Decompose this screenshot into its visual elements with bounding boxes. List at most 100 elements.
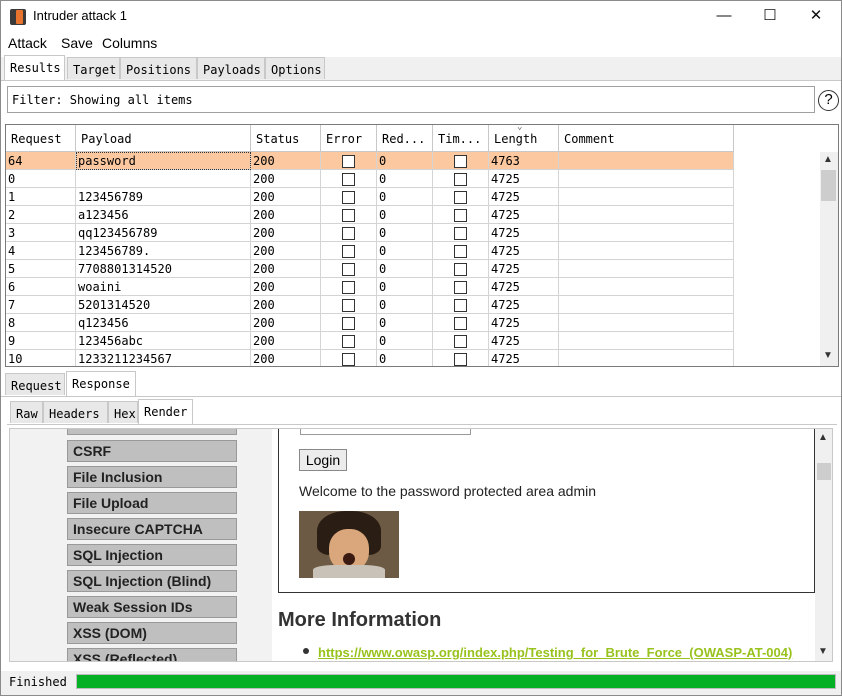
title-bar: Intruder attack 1 — ☐ ✕ [1,1,841,32]
cell-length: 4725 [489,188,559,206]
cell-redirects: 0 [377,170,433,188]
table-row[interactable]: 3 qq123456789 200 0 4725 [6,224,734,242]
cell-timeout [433,152,489,170]
render-scrollbar[interactable]: ▲ ▼ [815,429,832,661]
table-row[interactable]: 4 123456789. 200 0 4725 [6,242,734,260]
tab-raw[interactable]: Raw [10,401,43,423]
cell-redirects: 0 [377,206,433,224]
timeout-checkbox [454,191,467,204]
column-header-length[interactable]: ⌄ Length [489,125,559,152]
results-table: Request Payload Status Error Red... Tim.… [5,124,839,367]
column-header-comment[interactable]: Comment [559,125,734,152]
column-header-status[interactable]: Status [251,125,321,152]
menu-item-insecure-captcha[interactable]: Insecure CAPTCHA [67,518,237,540]
cell-payload: q123456 [76,314,251,332]
timeout-checkbox [454,155,467,168]
cell-comment [559,260,734,278]
owasp-link[interactable]: https://www.owasp.org/index.php/Testing_… [318,645,792,660]
tab-options[interactable]: Options [265,57,325,79]
cell-timeout [433,242,489,260]
cell-request: 2 [6,206,76,224]
render-scroll-thumb[interactable] [817,463,831,480]
table-scrollbar[interactable]: ▲ ▼ [820,152,838,366]
menu-columns[interactable]: Columns [102,35,157,51]
menu-attack[interactable]: Attack [8,35,47,51]
column-header-error[interactable]: Error [321,125,377,152]
cell-payload: a123456 [76,206,251,224]
maximize-button[interactable]: ☐ [747,1,793,32]
table-header: Request Payload Status Error Red... Tim.… [6,125,734,152]
view-tab-bar: Raw Headers Hex Render [7,399,837,425]
cell-comment [559,188,734,206]
cell-timeout [433,224,489,242]
cell-timeout [433,350,489,366]
column-header-timeout[interactable]: Tim... [433,125,489,152]
tab-results[interactable]: Results [4,55,65,80]
cell-status: 200 [251,242,321,260]
cell-error [321,296,377,314]
scroll-down-arrow-icon[interactable]: ▼ [818,646,828,657]
cell-redirects: 0 [377,224,433,242]
column-header-request[interactable]: Request [6,125,76,152]
menu-save[interactable]: Save [61,35,93,51]
table-row[interactable]: 5 7708801314520 200 0 4725 [6,260,734,278]
cell-request: 64 [6,152,76,170]
cell-error [321,242,377,260]
cell-request: 4 [6,242,76,260]
menu-item-partial[interactable] [67,429,237,435]
cell-status: 200 [251,188,321,206]
cell-payload: 5201314520 [76,296,251,314]
table-row[interactable]: 64 password 200 0 4763 [6,152,734,170]
scroll-down-arrow-icon[interactable]: ▼ [823,350,833,361]
tab-positions[interactable]: Positions [120,57,197,79]
cell-request: 6 [6,278,76,296]
table-row[interactable]: 9 123456abc 200 0 4725 [6,332,734,350]
table-row[interactable]: 8 q123456 200 0 4725 [6,314,734,332]
tab-hex[interactable]: Hex [108,401,138,423]
timeout-checkbox [454,317,467,330]
filter-bar[interactable]: Filter: Showing all items [7,86,815,113]
cell-length: 4725 [489,332,559,350]
bullet-icon [303,648,309,654]
timeout-checkbox [454,263,467,276]
menu-item-file-inclusion[interactable]: File Inclusion [67,466,237,488]
tab-headers[interactable]: Headers [43,401,108,423]
table-row[interactable]: 2 a123456 200 0 4725 [6,206,734,224]
table-row[interactable]: 7 5201314520 200 0 4725 [6,296,734,314]
minimize-button[interactable]: — [701,1,747,32]
login-button[interactable]: Login [299,449,347,471]
timeout-checkbox [454,335,467,348]
cell-timeout [433,314,489,332]
password-field[interactable] [300,429,471,435]
menu-item-csrf[interactable]: CSRF [67,440,237,462]
cell-status: 200 [251,332,321,350]
table-scroll-thumb[interactable] [821,170,836,201]
help-icon[interactable]: ? [818,90,839,111]
table-row[interactable]: 10 1233211234567 200 0 4725 [6,350,734,366]
column-header-payload[interactable]: Payload [76,125,251,152]
tab-target[interactable]: Target [67,57,120,79]
menu-item-xss-dom[interactable]: XSS (DOM) [67,622,237,644]
detail-tab-bar: Request Response [1,371,841,397]
table-row[interactable]: 0 200 0 4725 [6,170,734,188]
cell-payload: 1233211234567 [76,350,251,366]
tab-payloads[interactable]: Payloads [197,57,265,79]
tab-render[interactable]: Render [138,399,193,424]
menu-item-file-upload[interactable]: File Upload [67,492,237,514]
table-row[interactable]: 6 woaini 200 0 4725 [6,278,734,296]
cell-timeout [433,170,489,188]
menu-item-sql-injection-blind[interactable]: SQL Injection (Blind) [67,570,237,592]
column-header-redirects[interactable]: Red... [377,125,433,152]
cell-redirects: 0 [377,314,433,332]
scroll-up-arrow-icon[interactable]: ▲ [818,432,828,443]
cell-redirects: 0 [377,152,433,170]
scroll-up-arrow-icon[interactable]: ▲ [823,154,833,165]
close-button[interactable]: ✕ [793,1,839,32]
tab-request[interactable]: Request [5,373,65,395]
table-row[interactable]: 1 123456789 200 0 4725 [6,188,734,206]
error-checkbox [342,335,355,348]
menu-item-sql-injection[interactable]: SQL Injection [67,544,237,566]
menu-item-weak-session-ids[interactable]: Weak Session IDs [67,596,237,618]
tab-response[interactable]: Response [66,371,136,396]
menu-item-xss-reflected[interactable]: XSS (Reflected) [67,648,237,661]
